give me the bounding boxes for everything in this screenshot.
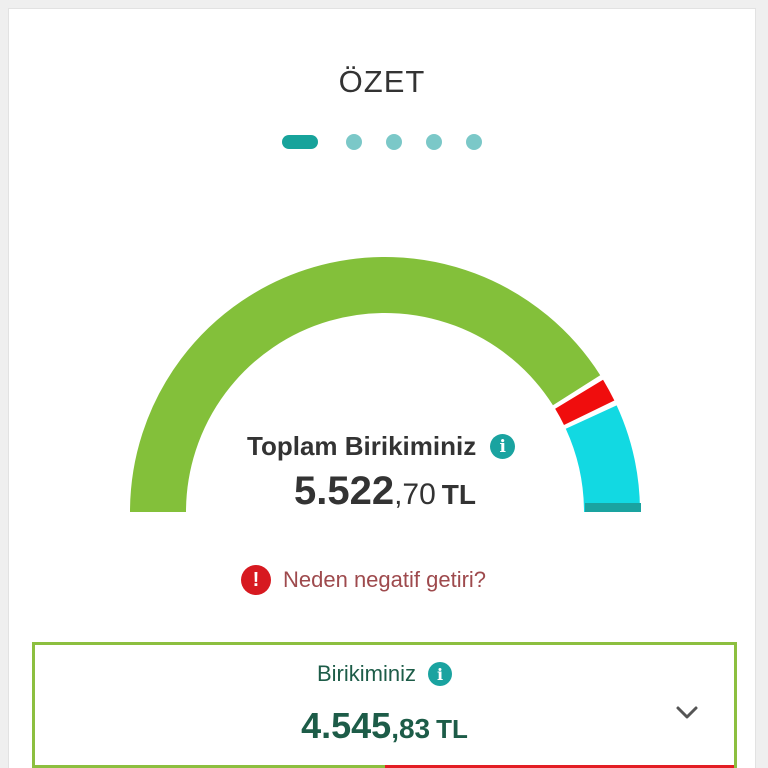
savings-value-decimal: ,83	[391, 713, 431, 744]
negative-return-link[interactable]: ! Neden negatif getiri?	[241, 565, 486, 595]
total-value-decimal: ,70	[394, 478, 436, 511]
info-icon[interactable]: i	[490, 434, 516, 459]
total-savings-label-text: Toplam Birikiminiz	[247, 431, 477, 461]
total-value-integer: 5.522	[293, 469, 395, 513]
total-value-currency: TL	[441, 479, 477, 510]
summary-card: ÖZET Toplam Birikiminiz i 5.522,70 TL ! N…	[8, 8, 756, 768]
total-savings-label: Toplam Birikiminiz i	[247, 431, 516, 462]
savings-value-integer: 4.545	[301, 705, 392, 746]
savings-label: Birikiminiz i	[35, 661, 734, 687]
savings-value: 4.545,83 TL	[35, 705, 734, 747]
gauge-segment-negatif-getiri	[554, 379, 615, 426]
info-icon[interactable]: i	[428, 662, 452, 686]
total-savings-value: 5.522,70 TL	[9, 469, 755, 514]
alert-icon: !	[241, 565, 271, 595]
savings-label-text: Birikiminiz	[317, 661, 416, 686]
negative-return-text: Neden negatif getiri?	[283, 567, 487, 592]
chevron-down-icon[interactable]	[675, 701, 699, 725]
savings-value-currency: TL	[436, 714, 468, 744]
savings-panel[interactable]: Birikiminiz i 4.545,83 TL	[32, 642, 737, 768]
